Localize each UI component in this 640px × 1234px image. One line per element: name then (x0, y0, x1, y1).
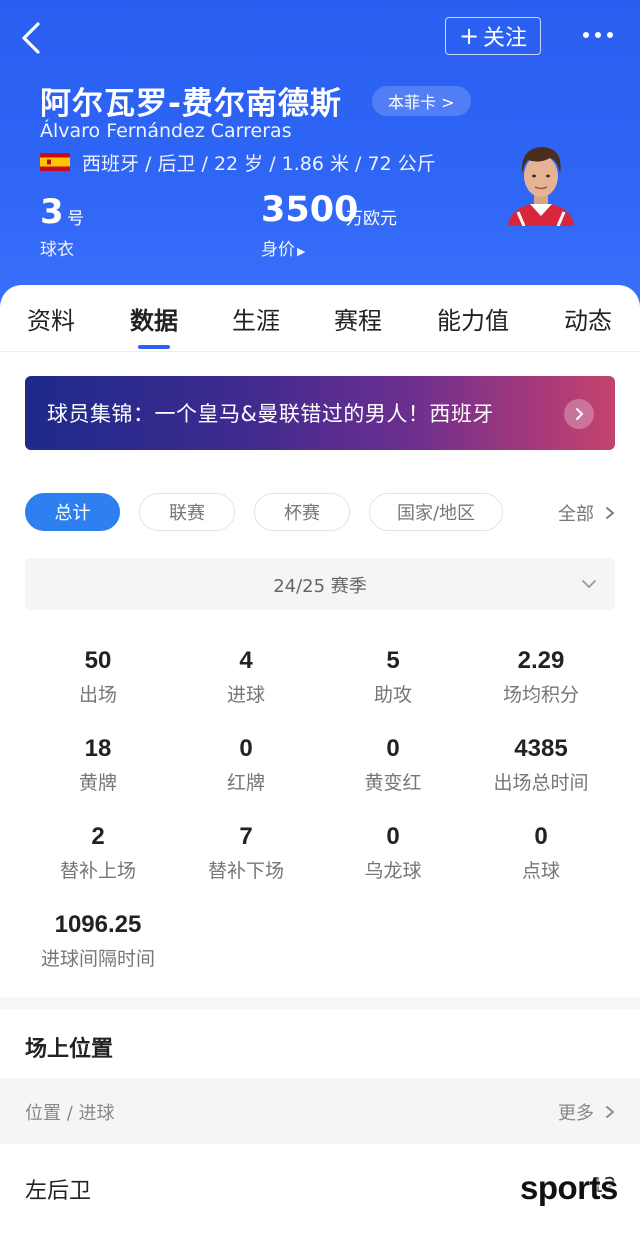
stat-points-per-game: 2.29 场均积分 (467, 647, 615, 707)
tab-data[interactable]: 数据 (130, 301, 178, 336)
stat-value: 4385 (514, 735, 568, 762)
filter-all-button[interactable]: 全部 (558, 500, 616, 526)
stat-value: 0 (386, 823, 400, 850)
stat-value: 7 (239, 823, 253, 850)
stat-yellow-cards: 18 黄牌 (24, 735, 172, 795)
stat-label: 黄牌 (78, 772, 117, 794)
market-value-link[interactable]: 身价 ▶ (261, 235, 305, 260)
stat-penalties: 0 点球 (467, 823, 615, 883)
stat-subbed-on: 2 替补上场 (24, 823, 172, 883)
stat-label: 乌龙球 (364, 860, 422, 882)
filter-all-label: 全部 (558, 504, 594, 525)
stat-value: 18 (84, 735, 112, 762)
chevron-down-icon (582, 580, 596, 589)
filter-league[interactable]: 联赛 (139, 493, 235, 531)
player-latin-name: Álvaro Fernández Carreras (40, 120, 292, 142)
filter-total[interactable]: 总计 (25, 493, 120, 531)
positions-more-button[interactable]: 更多 (558, 1099, 616, 1125)
main-content: 资料 数据 生涯 赛程 能力值 动态 球员集锦：一个皇马&曼联错过的男人！西班牙… (0, 285, 640, 1234)
stat-value: 2.29 (517, 647, 565, 674)
triangle-right-icon: ▶ (297, 245, 306, 258)
stat-label: 进球 (226, 684, 265, 706)
positions-header-label: 位置 / 进球 (25, 1103, 115, 1124)
market-value-unit: 万欧元 (346, 209, 397, 229)
player-avatar (508, 147, 574, 226)
jersey-unit: 号 (67, 209, 84, 229)
stat-value: 2 (91, 823, 105, 850)
follow-label: 关注 (483, 26, 528, 51)
stat-value: 0 (239, 735, 253, 762)
tab-bar: 资料 数据 生涯 赛程 能力值 动态 (0, 285, 640, 352)
stat-label: 红牌 (226, 772, 265, 794)
player-info-line: 西班牙 / 后卫 / 22 岁 / 1.86 米 / 72 公斤 (82, 153, 436, 175)
stat-label: 助攻 (373, 684, 412, 706)
filter-cup[interactable]: 杯赛 (254, 493, 350, 531)
stat-assists: 5 助攻 (319, 647, 467, 707)
positions-header-row: 位置 / 进球 更多 (0, 1078, 640, 1144)
stat-subbed-off: 7 替补下场 (172, 823, 320, 883)
player-header: + 关注 阿尔瓦罗-费尔南德斯 本菲卡 > Álvaro Fernández C… (0, 0, 640, 310)
stat-label: 点球 (521, 860, 560, 882)
stat-label: 出场 (78, 684, 117, 706)
more-dots-icon (583, 32, 589, 38)
filter-national[interactable]: 国家/地区 (369, 493, 503, 531)
stat-label: 场均积分 (502, 684, 579, 706)
stat-value: 5 (386, 647, 400, 674)
stat-value: 0 (386, 735, 400, 762)
stat-minutes-per-goal: 1096.25 进球间隔时间 (24, 911, 172, 971)
stat-goals: 4 进球 (172, 647, 320, 707)
plus-icon: + (458, 22, 480, 50)
club-card-button[interactable]: 本菲卡 > (372, 86, 471, 116)
stat-label: 进球间隔时间 (40, 948, 155, 970)
stat-minutes-played: 4385 出场总时间 (467, 735, 615, 795)
watermark-logo: sports (520, 1169, 618, 1206)
positions-section-title: 场上位置 (25, 1037, 114, 1062)
stat-value: 4 (239, 647, 253, 674)
stat-label: 替补下场 (207, 860, 284, 882)
stat-label: 替补上场 (59, 860, 136, 882)
active-tab-indicator (138, 345, 170, 349)
back-button[interactable] (16, 18, 50, 58)
position-name: 左后卫 (25, 1179, 92, 1204)
tab-career[interactable]: 生涯 (232, 301, 280, 336)
stat-own-goals: 0 乌龙球 (319, 823, 467, 883)
stat-label: 出场总时间 (493, 772, 589, 794)
stat-label: 黄变红 (364, 772, 422, 794)
stat-red-cards: 0 红牌 (172, 735, 320, 795)
chevron-right-icon (605, 507, 615, 519)
market-value-label: 身价 (261, 240, 295, 260)
chevron-left-icon (22, 22, 40, 54)
tab-schedule[interactable]: 赛程 (334, 301, 382, 336)
jersey-number: 3 (40, 192, 64, 232)
stat-value: 1096.25 (54, 911, 142, 938)
spain-flag-icon (40, 153, 70, 171)
highlights-banner[interactable]: 球员集锦：一个皇马&曼联错过的男人！西班牙 (25, 376, 615, 450)
tab-profile[interactable]: 资料 (27, 301, 75, 336)
section-divider (0, 997, 640, 1009)
chevron-right-icon (605, 1106, 615, 1118)
stat-value: 50 (84, 647, 112, 674)
chevron-right-icon (564, 399, 594, 429)
jersey-label: 球衣 (40, 240, 74, 260)
stat-appearances: 50 出场 (24, 647, 172, 707)
more-menu-button[interactable] (578, 20, 618, 50)
follow-button[interactable]: + 关注 (445, 17, 541, 55)
tab-news[interactable]: 动态 (564, 301, 612, 336)
market-value: 3500 (261, 190, 359, 230)
banner-text: 球员集锦：一个皇马&曼联错过的男人！西班牙 (47, 402, 494, 426)
player-name: 阿尔瓦罗-费尔南德斯 (40, 86, 342, 122)
tab-ability[interactable]: 能力值 (437, 301, 509, 336)
stat-second-yellow: 0 黄变红 (319, 735, 467, 795)
season-selector[interactable]: 24/25 赛季 (25, 558, 615, 610)
more-dot (595, 32, 601, 38)
stat-value: 0 (534, 823, 548, 850)
season-label: 24/25 赛季 (273, 576, 367, 597)
positions-more-label: 更多 (558, 1103, 594, 1124)
more-dot (607, 32, 613, 38)
